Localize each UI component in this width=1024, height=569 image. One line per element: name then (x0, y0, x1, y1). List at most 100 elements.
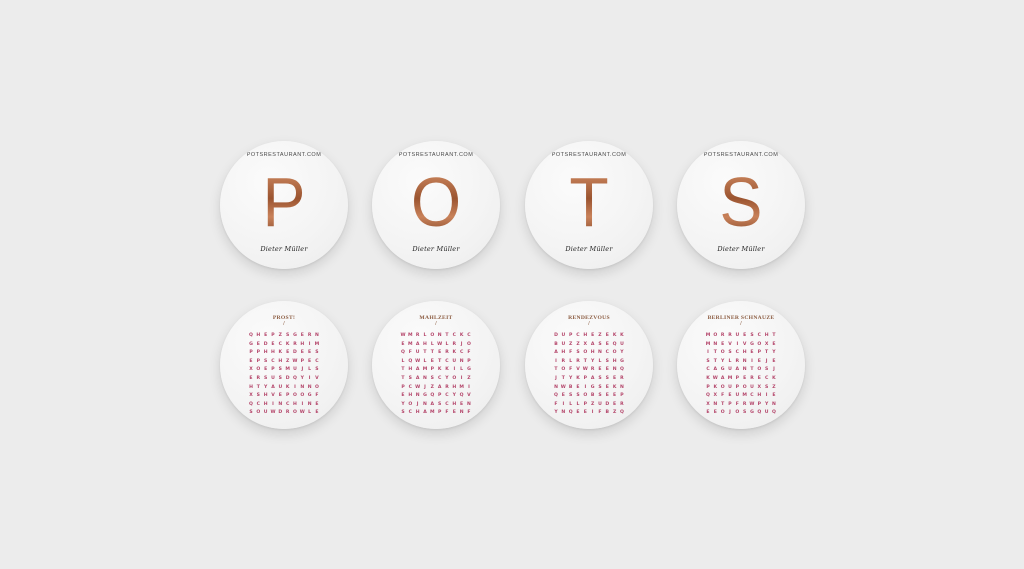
grid-letter: D (293, 350, 297, 356)
grid-letter: E (743, 375, 747, 381)
grid-letter: P (583, 401, 587, 407)
grid-letter: A (590, 375, 595, 381)
grid-letter: E (264, 367, 268, 373)
grid-letter: W (299, 410, 305, 416)
grid-letter: R (576, 358, 580, 364)
word-search-grid: WMRLONTCKCEMAHLWLRJOQFUTTERKCFLQWLETCUNP… (400, 332, 472, 418)
grid-letter: O (408, 401, 413, 407)
grid-letter: I (308, 341, 311, 347)
grid-row: SCHAMPFENF (400, 409, 472, 418)
grid-letter: H (278, 358, 283, 364)
coaster-puzzle: BERLINER SCHNAUZE / MORRUESCHTMNEVIVGOXE… (677, 301, 805, 429)
grid-letter: N (612, 367, 617, 373)
grid-letter: S (598, 384, 602, 390)
grid-letter: K (772, 375, 776, 381)
grid-letter: K (576, 375, 580, 381)
grid-letter: Z (576, 341, 580, 347)
grid-letter: B (554, 341, 558, 347)
grid-letter: S (569, 393, 573, 399)
grid-letter: O (583, 393, 588, 399)
grid-letter: H (561, 350, 566, 356)
grid-letter: E (460, 401, 464, 407)
grid-letter: T (713, 350, 717, 356)
grid-row: XNTPFRWPYN (705, 401, 777, 410)
grid-letter: S (576, 350, 580, 356)
grid-letter: Z (590, 401, 595, 407)
grid-letter: L (308, 367, 312, 373)
grid-letter: K (706, 375, 710, 381)
grid-letter: R (750, 375, 754, 381)
grid-letter: I (468, 384, 470, 390)
grid-letter: R (256, 375, 261, 381)
grid-row: QESSOBSEEP (553, 392, 625, 401)
grid-row: HTYAUKINNO (248, 384, 320, 393)
grid-letter: S (706, 358, 710, 364)
grid-letter: K (612, 384, 617, 390)
grid-row: MNEVIVGOXE (705, 341, 777, 350)
grid-letter: C (408, 384, 413, 390)
grid-letter: D (263, 341, 268, 347)
grid-letter: I (294, 384, 296, 390)
grid-letter: A (415, 341, 420, 347)
grid-letter: C (445, 393, 449, 399)
grid-letter: Q (772, 410, 776, 416)
coaster-letter: T (530, 165, 648, 239)
grid-letter: J (416, 401, 419, 407)
grid-letter: P (437, 393, 442, 399)
grid-letter: G (720, 367, 725, 373)
grid-letter: X (764, 341, 769, 347)
grid-letter: Z (278, 333, 282, 338)
grid-letter: E (286, 350, 290, 356)
grid-letter: H (408, 367, 413, 373)
grid-letter: W (582, 367, 588, 373)
grid-letter: O (561, 367, 566, 373)
grid-letter: A (590, 341, 595, 347)
grid-letter: K (437, 367, 442, 373)
grid-letter: F (315, 393, 319, 399)
grid-letter: Q (706, 393, 710, 399)
grid-letter: U (263, 410, 268, 416)
grid-letter: E (750, 350, 754, 356)
coaster-puzzle: MAHLZEIT / WMRLONTCKCEMAHLWLRJOQFUTTERKC… (372, 301, 500, 429)
coaster-letter: P (225, 165, 343, 239)
grid-letter: G (750, 341, 754, 347)
grid-letter: U (735, 333, 740, 338)
grid-letter: S (605, 358, 609, 364)
grid-letter: J (424, 384, 426, 390)
grid-letter: S (249, 410, 253, 416)
grid-letter: C (467, 333, 471, 338)
grid-letter: R (620, 401, 624, 407)
grid-letter: Y (764, 401, 769, 407)
grid-row: IRLRTYLSHG (553, 358, 625, 367)
grid-letter: N (713, 401, 718, 407)
grid-letter: Z (772, 384, 776, 390)
word-search-grid: QHEPZSGERNGEDECKRHIMPPHHKEDEESEPSCHZWPEC… (248, 332, 320, 418)
grid-letter: G (750, 410, 754, 416)
grid-letter: L (576, 401, 580, 407)
grid-letter: T (554, 367, 558, 373)
grid-letter: C (459, 350, 464, 356)
grid-letter: C (408, 410, 413, 416)
grid-letter: S (598, 393, 602, 399)
signature: Dieter Müller (717, 245, 765, 253)
grid-letter: E (576, 384, 580, 390)
grid-row: DUPCHEZEKK (553, 332, 625, 341)
grid-letter: P (620, 393, 624, 399)
grid-letter: Y (772, 350, 776, 356)
grid-row: SOUWDROWLE (248, 409, 320, 418)
grid-letter: A (423, 410, 427, 416)
grid-letter: U (561, 333, 566, 338)
grid-letter: T (445, 333, 449, 338)
grid-letter: T (713, 358, 717, 364)
grid-letter: K (285, 341, 290, 347)
grid-letter: L (430, 341, 434, 347)
grid-letter: X (706, 401, 710, 407)
grid-letter: G (590, 384, 595, 390)
coaster-letter-s: POTSRESTAURANT.COM S Dieter Müller (677, 141, 805, 269)
grid-letter: P (728, 401, 732, 407)
grid-letter: E (772, 393, 776, 399)
grid-letter: E (438, 350, 442, 356)
grid-letter: N (561, 410, 566, 416)
grid-letter: N (423, 401, 427, 407)
grid-letter: Q (430, 393, 435, 399)
